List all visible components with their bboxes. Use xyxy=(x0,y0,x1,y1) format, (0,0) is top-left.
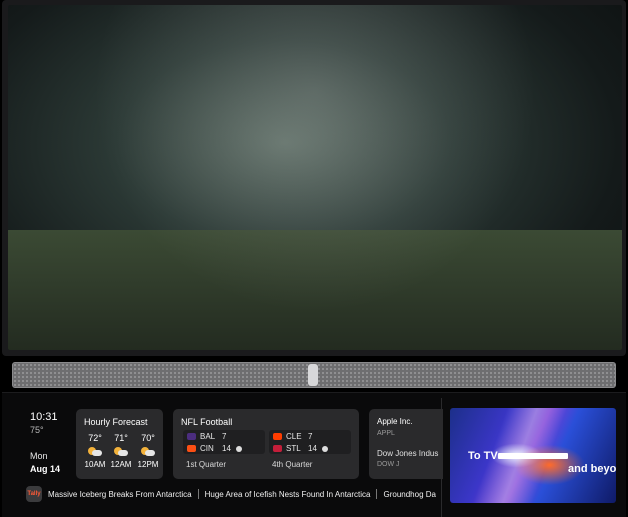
nfl-card[interactable]: NFL Football BAL 7 CIN 14 1st Quarter CL… xyxy=(173,409,359,479)
tv-frame xyxy=(2,0,626,356)
stock-name: Apple Inc. xyxy=(377,417,413,426)
headline-separator xyxy=(197,489,199,499)
game-status: 1st Quarter xyxy=(186,460,227,469)
stock-name: Dow Jones Indus xyxy=(377,449,439,458)
game-score[interactable]: BAL 7 CIN 14 1st Quarter xyxy=(183,430,265,469)
panel-divider xyxy=(441,398,442,517)
team-logo-icon xyxy=(187,445,196,452)
team-row: CIN 14 xyxy=(187,443,242,454)
forecast-hour: 72° 10AM xyxy=(82,433,108,469)
stadium-light-haze xyxy=(8,5,622,350)
partly-cloudy-icon xyxy=(114,447,128,457)
partly-cloudy-icon xyxy=(88,447,102,457)
forecast-time: 10AM xyxy=(84,460,106,469)
forecast-hour: 70° 12PM xyxy=(135,433,161,469)
stock-symbol: DOW J xyxy=(377,461,400,468)
promo-text-end: and beyond. xyxy=(568,463,616,475)
promo-text-start: To TV xyxy=(468,450,568,462)
clock-time: 10:31 xyxy=(30,411,58,423)
team-score: 7 xyxy=(308,432,313,441)
team-score: 14 xyxy=(308,444,317,453)
clock-date: Aug 14 xyxy=(30,464,61,474)
weather-card[interactable]: Hourly Forecast 72° 10AM 71° 12AM 70° 12… xyxy=(76,409,163,479)
clock-temperature: 75° xyxy=(30,425,44,435)
stocks-card[interactable]: Apple Inc. APPL Dow Jones Indus DOW J xyxy=(369,409,443,479)
news-brand-logo-icon: Tally xyxy=(26,486,42,502)
clock-day: Mon xyxy=(30,451,48,461)
team-abbr: CIN xyxy=(200,444,214,453)
nfl-title: NFL Football xyxy=(181,417,233,427)
team-score: 14 xyxy=(222,444,231,453)
team-logo-icon xyxy=(273,433,282,440)
possession-football-icon xyxy=(322,445,328,452)
forecast-time: 12AM xyxy=(110,460,132,469)
possession-football-icon xyxy=(236,445,242,452)
game-status: 4th Quarter xyxy=(272,460,313,469)
promo-banner[interactable]: To TV and beyond. xyxy=(450,408,616,503)
news-ticker[interactable]: Tally Massive Iceberg Breaks From Antarc… xyxy=(26,486,441,502)
stock-symbol: APPL xyxy=(377,430,395,437)
news-headline[interactable]: Massive Iceberg Breaks From Antarctica xyxy=(48,490,192,499)
redacted-bar xyxy=(497,453,568,460)
team-row: BAL 7 xyxy=(187,431,236,442)
clock-widget: 10:31 75° Mon Aug 14 xyxy=(30,411,70,474)
headline-separator xyxy=(376,489,378,499)
forecast-temp: 72° xyxy=(88,433,102,443)
forecast-temp: 71° xyxy=(114,433,128,443)
news-headline[interactable]: Huge Area of Icefish Nests Found In Anta… xyxy=(205,490,371,499)
team-abbr: CLE xyxy=(286,432,302,441)
team-score: 7 xyxy=(222,432,227,441)
team-logo-icon xyxy=(273,445,282,452)
tv-home-screen: 10:31 75° Mon Aug 14 Hourly Forecast 72°… xyxy=(0,0,628,517)
team-logo-icon xyxy=(187,433,196,440)
game-score[interactable]: CLE 7 STL 14 4th Quarter xyxy=(269,430,351,469)
news-headline[interactable]: Groundhog Da xyxy=(383,490,435,499)
forecast-time: 12PM xyxy=(137,460,159,469)
team-abbr: STL xyxy=(286,444,301,453)
partly-cloudy-icon xyxy=(141,447,155,457)
tv-screen-football-image[interactable] xyxy=(8,5,622,350)
forecast-hour: 71° 12AM xyxy=(108,433,134,469)
soundbar-logo-icon xyxy=(308,364,318,386)
forecast-temp: 70° xyxy=(141,433,155,443)
team-row: CLE 7 xyxy=(273,431,322,442)
team-abbr: BAL xyxy=(200,432,216,441)
weather-title: Hourly Forecast xyxy=(84,417,148,427)
team-row: STL 14 xyxy=(273,443,328,454)
